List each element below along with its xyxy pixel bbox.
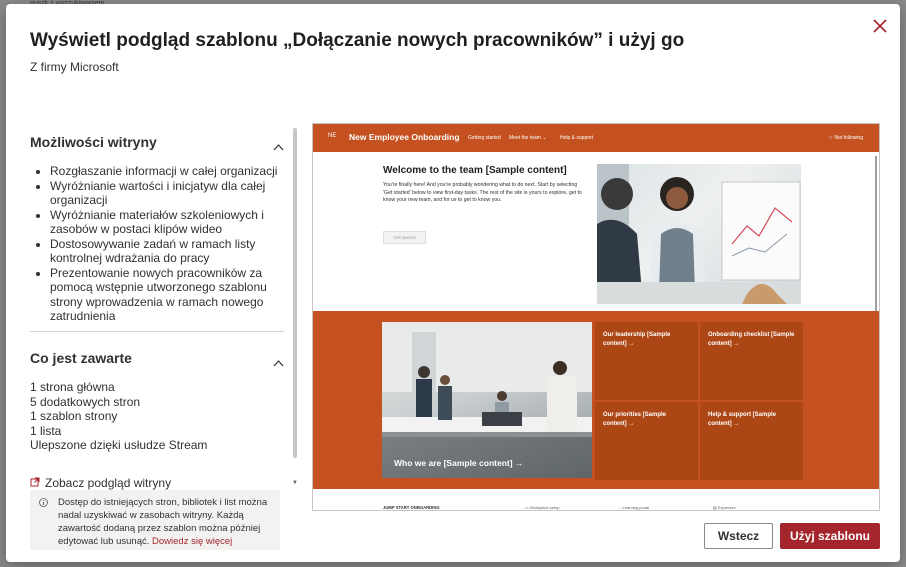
back-button[interactable]: Wstecz (704, 523, 773, 549)
nav-item: Meet the team ⌄ (509, 135, 547, 141)
link-tile: Help & support [Sample content] → (700, 402, 803, 480)
preview-site-label: Zobacz podgląd witryny (45, 476, 172, 490)
features-section-title: Możliwości witryny (30, 134, 157, 150)
jump-item: ◌ Learning portal (619, 505, 650, 510)
link-tile: Our priorities [Sample content] → (595, 402, 698, 480)
list-item: 1 szablon strony (30, 409, 118, 423)
left-pane-scrollbar[interactable] (293, 128, 297, 458)
hero-title: Welcome to the team [Sample content] (383, 165, 567, 176)
who-we-are-label: Who we are [Sample content] → (394, 458, 524, 468)
dialog-title: Wyświetl podgląd szablonu „Dołączanie no… (30, 30, 685, 51)
site-title: New Employee Onboarding (349, 132, 460, 142)
preview-site-link[interactable]: Zobacz podgląd witryny (30, 476, 171, 490)
who-we-are-image: Who we are [Sample content] → (382, 322, 592, 478)
list-item: Dostosowywanie zadań w ramach listy kont… (50, 237, 286, 266)
list-item: Wyróżnianie materiałów szkoleniowych i z… (50, 208, 286, 237)
list-item: Ulepszone dzięki usłudze Stream (30, 438, 208, 452)
info-icon (39, 498, 48, 511)
chevron-up-icon[interactable] (273, 138, 284, 151)
included-list: 1 strona główna 5 dodatkowych stron 1 sz… (30, 380, 207, 453)
follow-status: ☆ Not following (828, 135, 863, 141)
list-item: 1 lista (30, 423, 62, 438)
jump-start-title: JUMP START ONBOARDING (383, 505, 440, 510)
info-message: Dostęp do istniejących stron, bibliotek … (30, 490, 280, 550)
site-logo-initials: NE (328, 133, 337, 139)
included-section-header[interactable]: Co jest zawarte (30, 350, 286, 370)
hero-image (597, 164, 801, 304)
jump-item: ▤ Expenses (713, 505, 736, 510)
template-details-pane: Możliwości witryny Rozgłaszanie informac… (24, 126, 286, 550)
site-preview: NE New Employee Onboarding Getting start… (312, 123, 880, 511)
list-item: Wyróżnianie wartości i inicjatyw dla cał… (50, 179, 286, 208)
hero-text: You're finally here! And you're probably… (383, 182, 582, 203)
use-template-button[interactable]: Użyj szablonu (780, 523, 880, 549)
close-icon[interactable] (870, 16, 890, 36)
scroll-down-arrow-icon[interactable]: ▼ (292, 480, 298, 486)
chevron-up-icon[interactable] (273, 354, 284, 367)
link-tile: Our leadership [Sample content] → (595, 322, 698, 400)
external-link-icon (30, 476, 40, 490)
learn-more-link[interactable]: Dowiedz się więcej (152, 536, 232, 547)
included-section-title: Co jest zawarte (30, 350, 132, 366)
dialog-subtitle: Z firmy Microsoft (30, 60, 119, 74)
section-divider (30, 331, 284, 332)
jump-item: ▭ Workplace setup (525, 505, 560, 510)
preview-scrollbar (875, 156, 877, 316)
features-list: Rozgłaszanie informacji w całej organiza… (30, 164, 286, 324)
nav-item: Help & support (560, 135, 594, 141)
get-started-button: Get started (383, 231, 426, 244)
features-section-header[interactable]: Możliwości witryny (30, 134, 286, 154)
list-item: Prezentowanie nowych pracowników za pomo… (50, 266, 286, 324)
link-tile: Onboarding checklist [Sample content] → (700, 322, 803, 400)
site-header: NE New Employee Onboarding Getting start… (313, 124, 879, 152)
template-preview-dialog: Wyświetl podgląd szablonu „Dołączanie no… (6, 4, 900, 562)
list-item: 1 strona główna (30, 380, 115, 394)
nav-item: Getting started (468, 135, 501, 141)
list-item: 5 dodatkowych stron (30, 394, 141, 409)
list-item: Rozgłaszanie informacji w całej organiza… (50, 164, 286, 179)
